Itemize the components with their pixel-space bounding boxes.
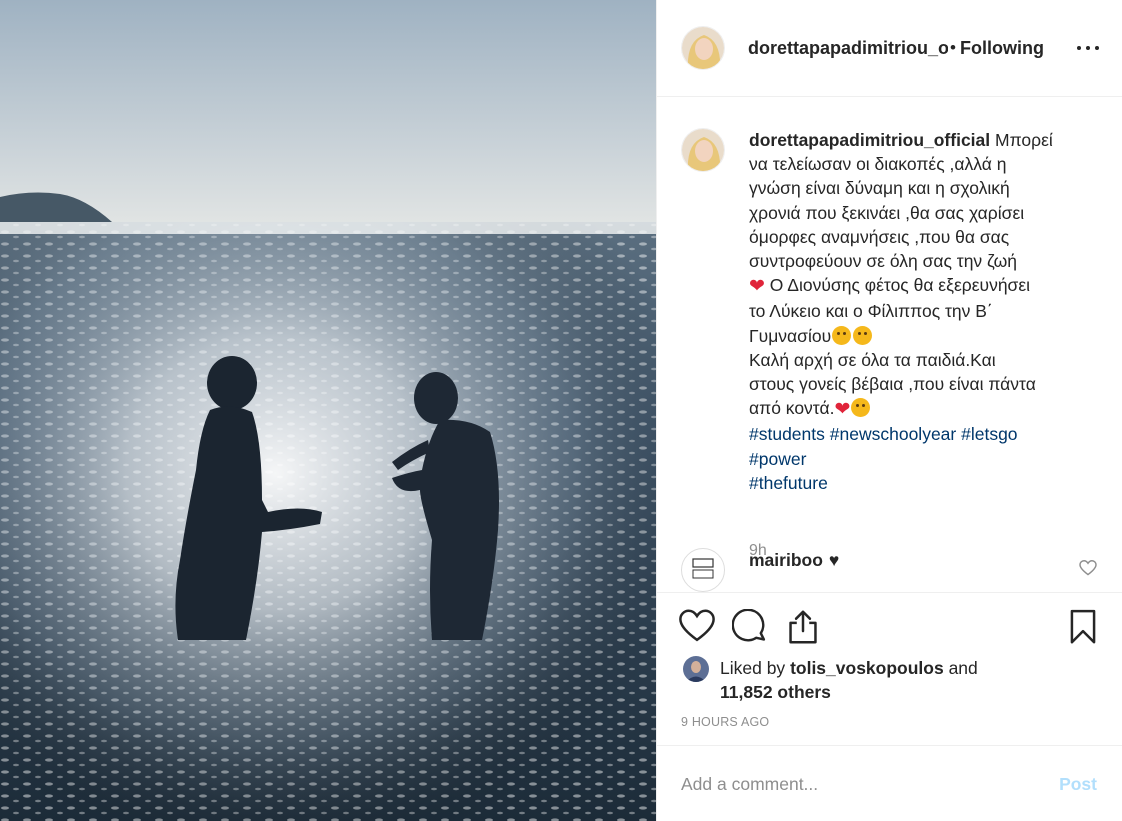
caption-line: το Λύκειο και ο Φίλιππος την Β΄ (749, 301, 993, 322)
red-heart-emoji-icon: ❤ (834, 399, 851, 421)
comment-bubble-icon[interactable] (731, 608, 768, 645)
hashtag-link[interactable]: #students (749, 424, 825, 444)
hashtag-link[interactable]: #thefuture (749, 473, 828, 493)
comment-user[interactable]: mairiboo (749, 550, 823, 570)
avatar[interactable] (681, 26, 725, 70)
profile-logo-icon (692, 558, 714, 579)
caption-text: dorettapapadimitriou_official Μπορεί να … (749, 128, 1093, 495)
liker-username[interactable]: tolis_voskopoulos (790, 658, 944, 678)
sea-photo-image (0, 0, 656, 821)
comment-text: ♥ (828, 550, 840, 570)
post-timestamp[interactable]: 9 HOURS AGO (681, 715, 769, 729)
avatar[interactable] (681, 548, 725, 592)
post-header: dorettapapadimitriou_o • Following (657, 0, 1122, 97)
likes-count[interactable]: 11,852 others (720, 680, 831, 704)
comment-input[interactable] (681, 764, 1021, 804)
likes-line-1: Liked by tolis_voskopoulos and (720, 656, 978, 680)
comment-username: mairiboo ♥ (749, 550, 839, 571)
caption-line: Γυμνασίου (749, 325, 832, 346)
comment-item: mairiboo ♥ (681, 546, 1101, 592)
hashtag-link[interactable]: #power (749, 449, 806, 469)
caption-line: να τελείωσαν οι διακοπές ,αλλά η (749, 154, 1007, 175)
caption-line: χρονιά που ξεκινάει ,θα σας χαρίσει (749, 202, 1025, 223)
post-actions: Liked by tolis_voskopoulos and 11,852 ot… (657, 592, 1122, 745)
wink-kiss-emoji-icon (851, 398, 871, 418)
post-side-panel: dorettapapadimitriou_o • Following doret… (656, 0, 1122, 821)
caption-username[interactable]: dorettapapadimitriou_official (749, 130, 990, 150)
add-comment-bar: Post (657, 745, 1122, 821)
smile-emoji-icon (853, 325, 873, 345)
following-button[interactable]: Following (960, 38, 1044, 59)
share-icon[interactable] (785, 609, 821, 645)
separator-dot: • (950, 38, 956, 57)
caption-line: γνώση είναι δύναμη και η σχολική (749, 178, 1010, 199)
caption-line: από κοντά. (749, 398, 835, 419)
caption-line: όμορφες αναμνήσεις ,που θα σας (749, 226, 1010, 247)
smile-emoji-icon (832, 325, 852, 345)
liker-photo-icon (683, 656, 709, 682)
red-heart-emoji-icon: ❤ (749, 276, 765, 298)
comment-like-heart-icon[interactable] (1079, 559, 1097, 581)
caption-first-word: Μπορεί (995, 130, 1053, 150)
caption-line: συντροφεύουν σε όλη σας την ζωή (749, 251, 1017, 272)
hashtag-link[interactable]: #letsgo (961, 424, 1017, 444)
heart-icon[interactable] (679, 609, 715, 645)
avatar[interactable] (681, 128, 725, 172)
action-icons (679, 608, 821, 645)
profile-photo-icon (682, 129, 724, 171)
liked-by-label: Liked by (720, 658, 786, 678)
profile-photo-icon (682, 27, 724, 69)
caption-line: Ο Διονύσης φέτος θα εξερευνήσει (764, 275, 1031, 296)
liker-avatar[interactable] (683, 656, 709, 682)
hashtag-link[interactable]: #newschoolyear (830, 424, 956, 444)
header-username[interactable]: dorettapapadimitriou_o (748, 38, 948, 59)
caption-line: στους γονείς βέβαια ,που είναι πάντα (749, 374, 1036, 395)
comments-list[interactable]: dorettapapadimitriou_official Μπορεί να … (657, 98, 1122, 592)
caption-line: Καλή αρχή σε όλα τα παιδιά.Και (749, 349, 996, 370)
post-photo[interactable] (0, 0, 656, 821)
more-options-icon[interactable] (1073, 40, 1103, 56)
and-label: and (948, 658, 978, 678)
post-button[interactable]: Post (1059, 774, 1097, 795)
bookmark-icon[interactable] (1065, 609, 1101, 645)
